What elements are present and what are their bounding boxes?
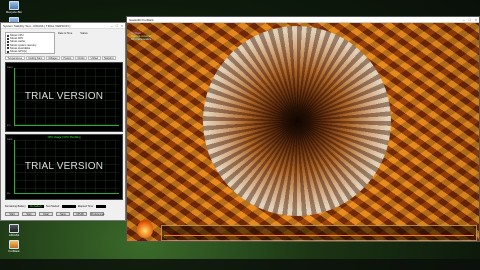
temperature-graph: 100°C 0°C TRIAL VERSION xyxy=(5,62,123,132)
checkbox[interactable] xyxy=(7,44,9,47)
clear-button[interactable]: Clear xyxy=(39,212,53,216)
desktop-icon-aida64[interactable]: AIDA64 xyxy=(2,224,26,237)
graph-title: CPU Usage | CPU Throttling xyxy=(47,136,81,139)
stop-button[interactable]: Stop xyxy=(22,212,36,216)
gpu-temperature-graph xyxy=(161,225,477,241)
cpuid-button[interactable]: CPUID xyxy=(73,212,87,216)
tab-voltages[interactable]: Voltages xyxy=(45,56,60,60)
desktop-icon-recycle-bin[interactable]: Recycle Bin xyxy=(2,1,26,14)
window-title: System Stability Test - AIDA64 [ TRIAL V… xyxy=(3,23,71,28)
battery-value: No battery xyxy=(28,204,44,209)
test-started-value xyxy=(61,204,76,209)
recycle-bin-icon xyxy=(9,1,19,10)
window-title: Geeks3D FurMark xyxy=(129,17,154,22)
graph-y-max: 100°C xyxy=(7,67,14,69)
battery-label: Remaining Battery: xyxy=(5,205,27,208)
save-button[interactable]: Save xyxy=(56,212,70,216)
app-icon xyxy=(9,240,19,249)
furmark-logo-icon xyxy=(137,220,153,238)
hud-line: GPU temperature xyxy=(131,38,152,42)
fur-donut-render xyxy=(203,26,391,216)
tab-unified[interactable]: Unified xyxy=(88,56,101,60)
elapsed-time-label: Elapsed Time: xyxy=(77,205,94,208)
status-header: Status xyxy=(80,32,88,35)
close-button[interactable]: × xyxy=(475,18,477,22)
tab-powers[interactable]: Powers xyxy=(60,56,74,60)
checkbox[interactable] xyxy=(7,37,9,40)
desktop-icon-label: Recycle Bin xyxy=(6,10,22,14)
maximize-button[interactable]: □ xyxy=(469,18,471,22)
desktop-icon-label: AIDA64 xyxy=(8,233,20,237)
sensor-tabs: Temperatures Cooling Fans Voltages Power… xyxy=(5,56,123,60)
benchmark-hud: FurMark OpenGL renderer GPU temperature xyxy=(131,32,151,42)
temperature-line xyxy=(164,235,474,236)
app-icon xyxy=(9,224,19,233)
graph-y-min: 0°C xyxy=(7,125,11,127)
start-button[interactable]: Start xyxy=(5,212,19,216)
elapsed-time-value xyxy=(95,204,106,209)
window-titlebar[interactable]: System Stability Test - AIDA64 [ TRIAL V… xyxy=(1,23,125,29)
trial-watermark: TRIAL VERSION xyxy=(24,161,104,172)
date-time-header: Date & Time xyxy=(58,32,73,35)
tab-cooling-fans[interactable]: Cooling Fans xyxy=(25,56,45,60)
graph-y-max: 100% xyxy=(7,139,13,141)
preferences-button[interactable]: Preferences xyxy=(90,212,104,216)
checkbox[interactable] xyxy=(7,40,9,43)
tab-clocks[interactable]: Clocks xyxy=(74,56,88,60)
tab-statistics[interactable]: Statistics xyxy=(101,56,117,60)
test-started-label: Test Started: xyxy=(45,205,60,208)
status-bar: Remaining Battery: No battery Test Start… xyxy=(5,203,123,210)
action-buttons: Start Stop Clear Save CPUID Preferences xyxy=(5,212,104,216)
minimize-button[interactable]: – xyxy=(463,18,465,22)
stress-options-list: Stress CPU Stress FPU Stress cache Stres… xyxy=(5,32,55,54)
cpu-usage-graph: CPU Usage | CPU Throttling 100% 0% TRIAL… xyxy=(5,134,123,200)
graph-y-min: 0% xyxy=(7,193,11,195)
close-button[interactable]: × xyxy=(121,24,123,28)
taskbar xyxy=(0,259,480,270)
checkbox[interactable] xyxy=(7,34,9,37)
status-info: Date & Time Status xyxy=(58,32,122,54)
furmark-window: Geeks3D FurMark – □ × FurMark OpenGL ren… xyxy=(126,16,480,242)
maximize-button[interactable]: □ xyxy=(116,24,118,28)
trial-watermark: TRIAL VERSION xyxy=(24,91,104,102)
checkbox[interactable] xyxy=(7,50,9,53)
system-stability-test-window: System Stability Test - AIDA64 [ TRIAL V… xyxy=(0,22,126,221)
stress-option[interactable]: Stress GPU(s) xyxy=(7,50,53,53)
render-viewport: FurMark OpenGL renderer GPU temperature xyxy=(127,23,479,241)
desktop-icon-furmark[interactable]: FurMark xyxy=(2,240,26,253)
stress-option-label: Stress GPU(s) xyxy=(10,50,27,54)
tab-temperatures[interactable]: Temperatures xyxy=(5,56,25,60)
minimize-button[interactable]: – xyxy=(111,24,113,28)
checkbox[interactable] xyxy=(7,47,9,50)
desktop-icon-label: FurMark xyxy=(8,249,20,253)
